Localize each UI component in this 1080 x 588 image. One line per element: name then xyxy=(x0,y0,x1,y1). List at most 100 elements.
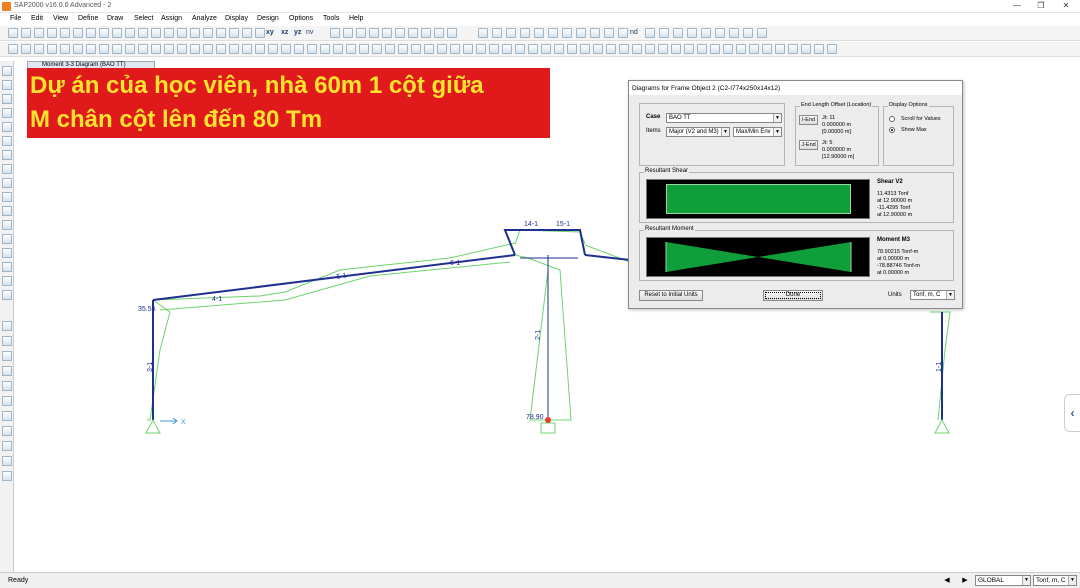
draw-toolbar-button-61[interactable] xyxy=(801,44,811,54)
toolbar-button-27[interactable] xyxy=(421,28,431,38)
toolbar-button-48[interactable] xyxy=(743,28,753,38)
left-tool-button-11[interactable] xyxy=(2,220,12,230)
draw-toolbar-button-17[interactable] xyxy=(229,44,239,54)
toolbar-button-2[interactable] xyxy=(34,28,44,38)
menu-tools[interactable]: Tools xyxy=(323,15,339,22)
draw-toolbar-button-50[interactable] xyxy=(658,44,668,54)
draw-toolbar-button-4[interactable] xyxy=(60,44,70,54)
done-button[interactable]: Done xyxy=(763,290,823,301)
toolbar-button-41[interactable] xyxy=(645,28,655,38)
draw-toolbar-button-45[interactable] xyxy=(593,44,603,54)
toolbar-button-5[interactable] xyxy=(73,28,83,38)
draw-toolbar-button-10[interactable] xyxy=(138,44,148,54)
toolbar-button-42[interactable] xyxy=(659,28,669,38)
reset-units-button[interactable]: Reset to Initial Units xyxy=(639,290,703,301)
draw-toolbar-button-53[interactable] xyxy=(697,44,707,54)
left-tool-button-13[interactable] xyxy=(2,248,12,258)
menu-draw[interactable]: Draw xyxy=(107,15,123,22)
toolbar-button-46[interactable] xyxy=(715,28,725,38)
toolbar-button-36[interactable] xyxy=(562,28,572,38)
toolbar-button-17[interactable] xyxy=(229,28,239,38)
draw-toolbar-button-46[interactable] xyxy=(606,44,616,54)
draw-toolbar-button-7[interactable] xyxy=(99,44,109,54)
draw-toolbar-button-8[interactable] xyxy=(112,44,122,54)
left-tool-button-0[interactable] xyxy=(2,66,12,76)
draw-toolbar-button-30[interactable] xyxy=(398,44,408,54)
toolbar-button-4[interactable] xyxy=(60,28,70,38)
draw-toolbar-button-6[interactable] xyxy=(86,44,96,54)
left-tool-button-26[interactable] xyxy=(2,456,12,466)
draw-toolbar-button-41[interactable] xyxy=(541,44,551,54)
menu-select[interactable]: Select xyxy=(134,15,153,22)
draw-toolbar-button-42[interactable] xyxy=(554,44,564,54)
draw-toolbar-button-18[interactable] xyxy=(242,44,252,54)
toolbar-button-11[interactable] xyxy=(151,28,161,38)
toolbar-button-15[interactable] xyxy=(203,28,213,38)
menu-define[interactable]: Define xyxy=(78,15,98,22)
previous-arrow-icon[interactable]: ◀ xyxy=(942,576,952,585)
toolbar-button-9[interactable] xyxy=(125,28,135,38)
side-panel-expand-icon[interactable]: ‹ xyxy=(1064,394,1080,432)
toolbar-button-44[interactable] xyxy=(687,28,697,38)
left-tool-button-22[interactable] xyxy=(2,396,12,406)
toolbar-button-16[interactable] xyxy=(216,28,226,38)
draw-toolbar-button-16[interactable] xyxy=(216,44,226,54)
items-select[interactable]: Major (V2 and M3) ▼ xyxy=(666,127,730,137)
nd-button[interactable]: nd xyxy=(630,29,638,36)
draw-toolbar-button-5[interactable] xyxy=(73,44,83,54)
toolbar-button-43[interactable] xyxy=(673,28,683,38)
show-max-radio[interactable] xyxy=(889,127,895,133)
draw-toolbar-button-39[interactable] xyxy=(515,44,525,54)
draw-toolbar-button-40[interactable] xyxy=(528,44,538,54)
toolbar-button-29[interactable] xyxy=(447,28,457,38)
toolbar-button-33[interactable] xyxy=(520,28,530,38)
draw-toolbar-button-3[interactable] xyxy=(47,44,57,54)
draw-toolbar-button-19[interactable] xyxy=(255,44,265,54)
case-select[interactable]: BAO TT ▼ xyxy=(666,113,782,123)
draw-toolbar-button-2[interactable] xyxy=(34,44,44,54)
draw-toolbar-button-33[interactable] xyxy=(437,44,447,54)
toolbar-button-21[interactable] xyxy=(343,28,353,38)
toolbar-button-6[interactable] xyxy=(86,28,96,38)
i-end-button[interactable]: I-End xyxy=(799,115,818,125)
toolbar-button-3[interactable] xyxy=(47,28,57,38)
draw-toolbar-button-43[interactable] xyxy=(567,44,577,54)
left-tool-button-8[interactable] xyxy=(2,178,12,188)
view-nv-button[interactable]: nv xyxy=(306,29,313,36)
toolbar-button-30[interactable] xyxy=(478,28,488,38)
left-tool-button-1[interactable] xyxy=(2,80,12,90)
toolbar-button-22[interactable] xyxy=(356,28,366,38)
draw-toolbar-button-49[interactable] xyxy=(645,44,655,54)
left-tool-button-19[interactable] xyxy=(2,351,12,361)
minimize-button[interactable]: — xyxy=(1005,0,1029,12)
toolbar-button-8[interactable] xyxy=(112,28,122,38)
view-xz-button[interactable]: xz xyxy=(281,29,288,36)
toolbar-button-14[interactable] xyxy=(190,28,200,38)
left-tool-button-7[interactable] xyxy=(2,164,12,174)
draw-toolbar-button-13[interactable] xyxy=(177,44,187,54)
left-tool-button-27[interactable] xyxy=(2,471,12,481)
left-tool-button-21[interactable] xyxy=(2,381,12,391)
draw-toolbar-button-47[interactable] xyxy=(619,44,629,54)
left-tool-button-10[interactable] xyxy=(2,206,12,216)
toolbar-button-32[interactable] xyxy=(506,28,516,38)
toolbar-button-24[interactable] xyxy=(382,28,392,38)
left-tool-button-23[interactable] xyxy=(2,411,12,421)
menu-assign[interactable]: Assign xyxy=(161,15,182,22)
draw-toolbar-button-25[interactable] xyxy=(333,44,343,54)
menu-view[interactable]: View xyxy=(53,15,68,22)
envelope-select[interactable]: Max/Min Env ▼ xyxy=(733,127,782,137)
scroll-values-radio[interactable] xyxy=(889,116,895,122)
toolbar-button-13[interactable] xyxy=(177,28,187,38)
draw-toolbar-button-56[interactable] xyxy=(736,44,746,54)
toolbar-button-20[interactable] xyxy=(330,28,340,38)
toolbar-button-26[interactable] xyxy=(408,28,418,38)
status-units-select[interactable]: Tonf, m, C ▼ xyxy=(1033,575,1077,586)
draw-toolbar-button-24[interactable] xyxy=(320,44,330,54)
toolbar-button-47[interactable] xyxy=(729,28,739,38)
menu-design[interactable]: Design xyxy=(257,15,279,22)
menu-analyze[interactable]: Analyze xyxy=(192,15,217,22)
left-tool-button-15[interactable] xyxy=(2,276,12,286)
draw-toolbar-button-54[interactable] xyxy=(710,44,720,54)
toolbar-button-39[interactable] xyxy=(604,28,614,38)
